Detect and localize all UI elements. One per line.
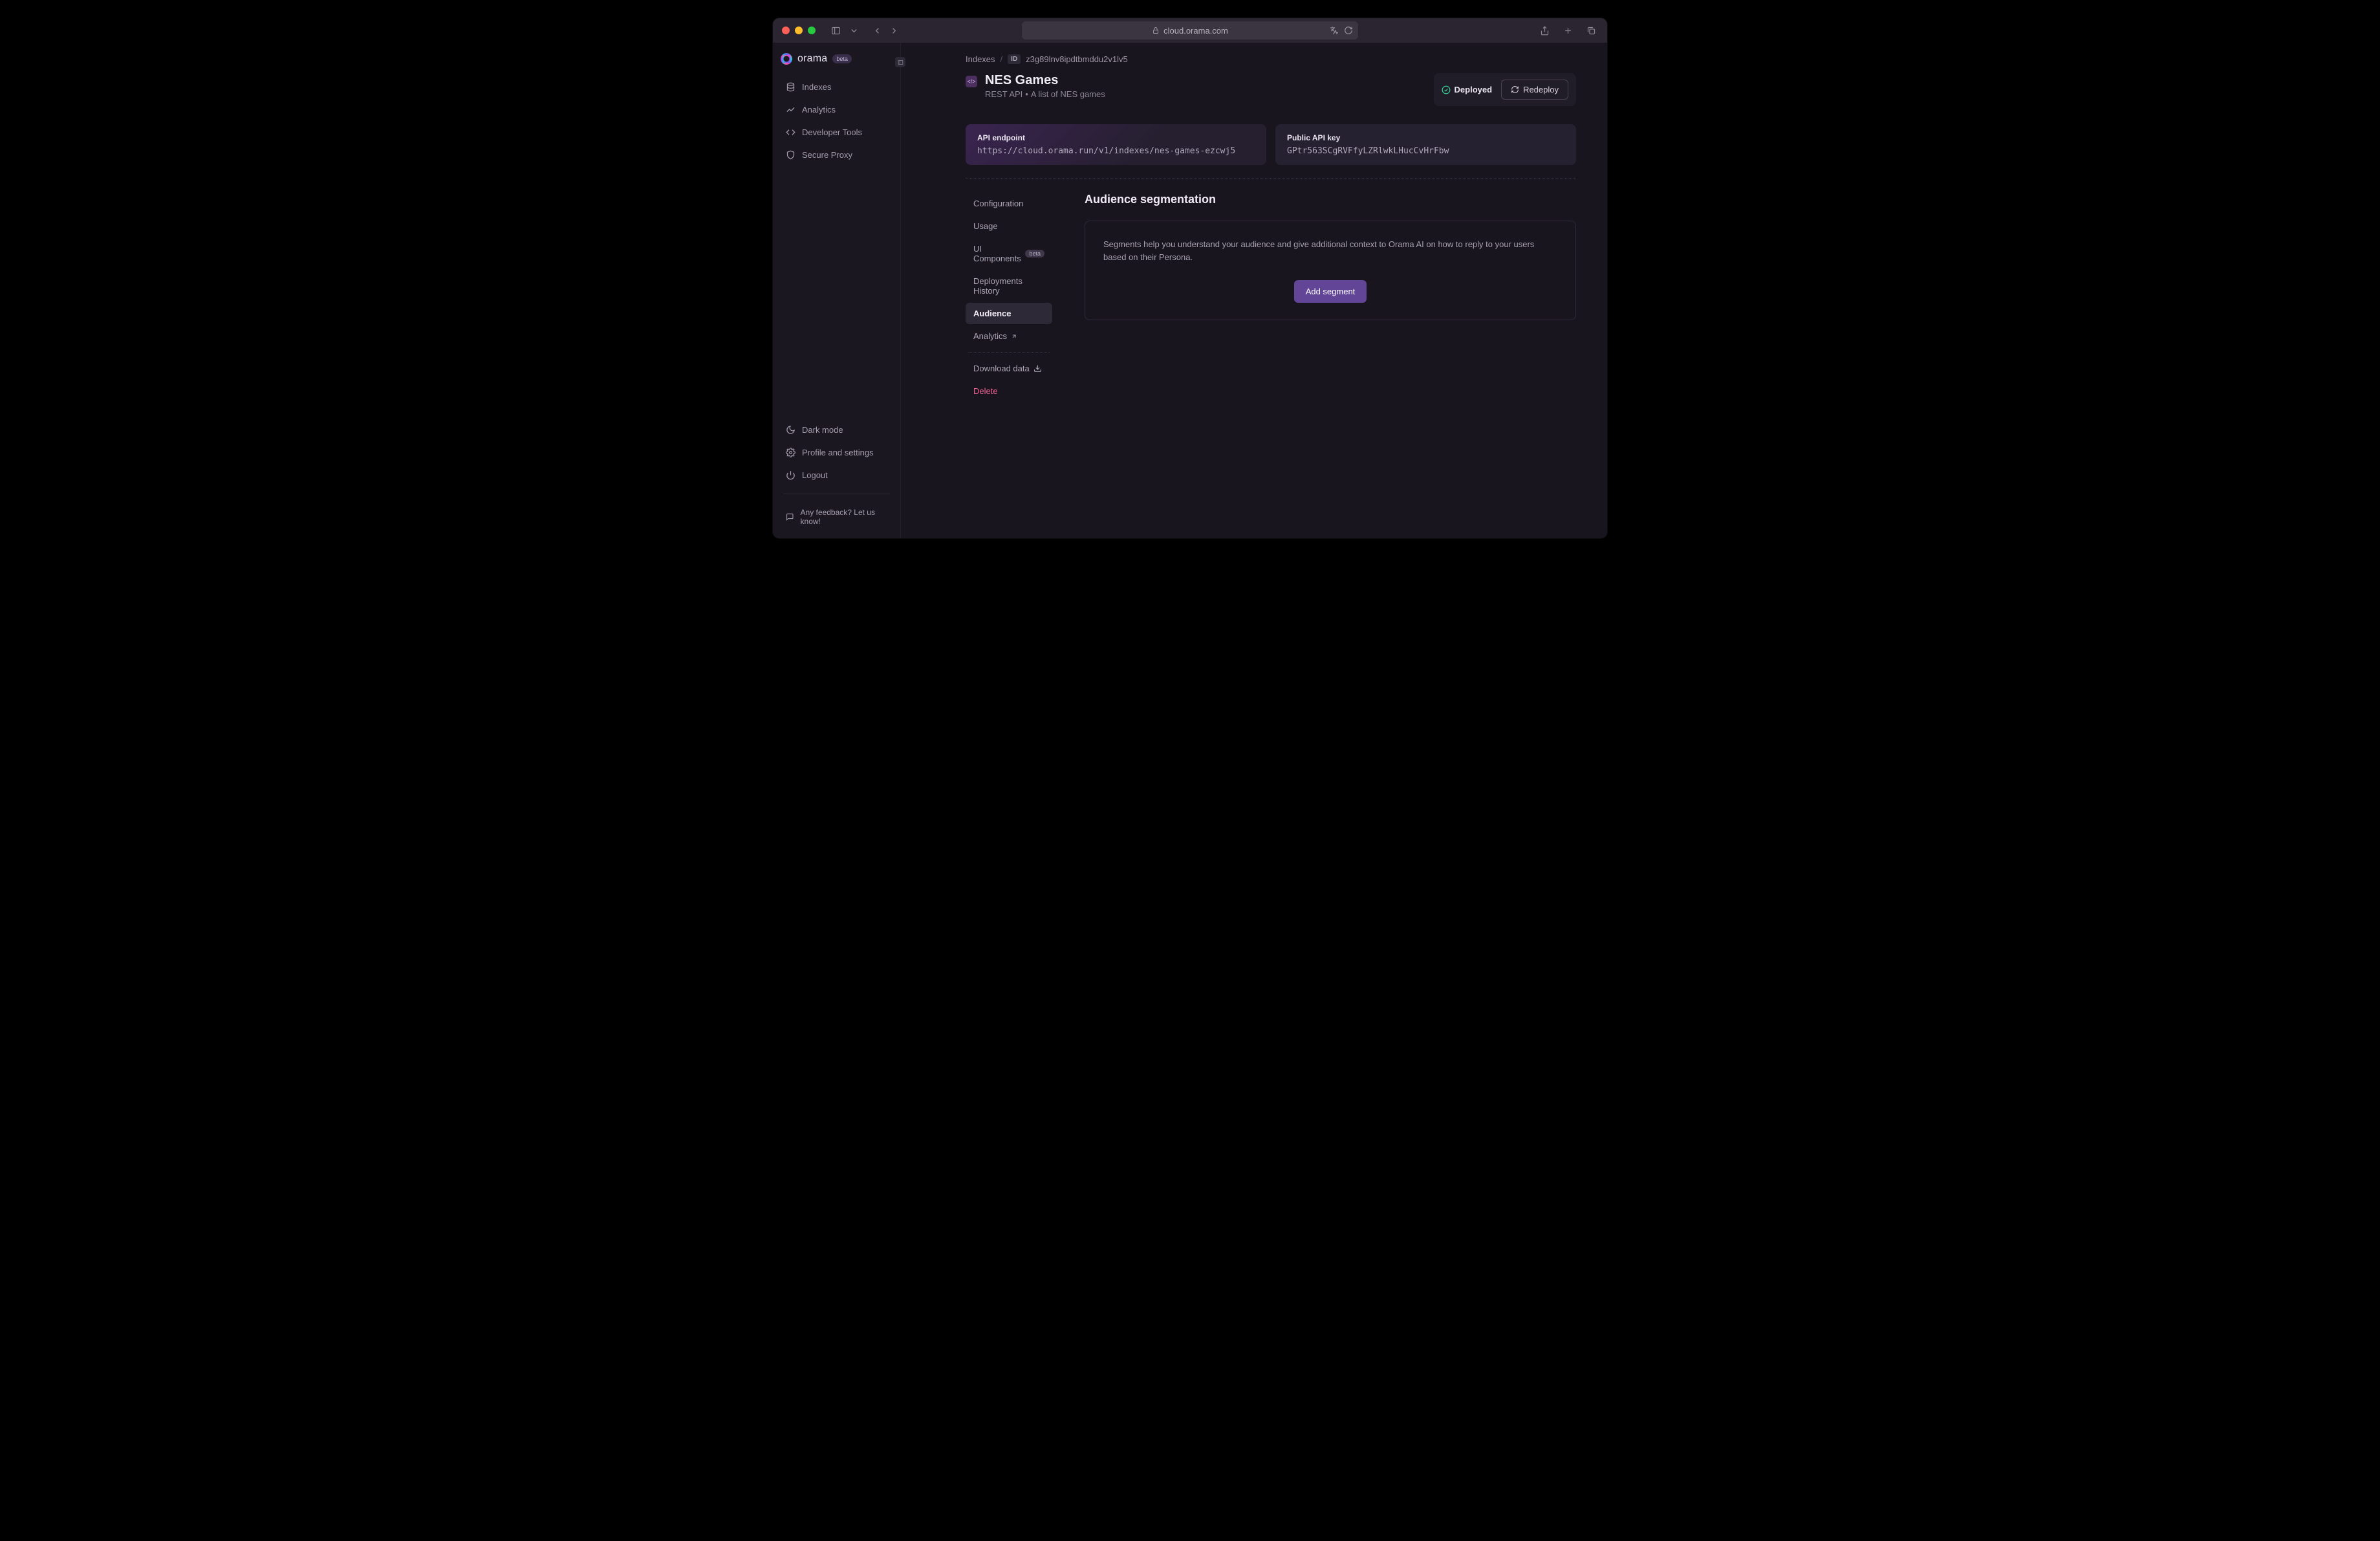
sidebar-item-secure-proxy[interactable]: Secure Proxy bbox=[779, 144, 894, 166]
subnav-usage[interactable]: Usage bbox=[966, 215, 1052, 237]
divider bbox=[966, 178, 1576, 179]
api-key-value: GPtr563SCgRVFfyLZRlwkLHucCvHrFbw bbox=[1287, 146, 1564, 156]
reload-icon[interactable] bbox=[1344, 26, 1353, 35]
api-endpoint-card[interactable]: API endpoint https://cloud.orama.run/v1/… bbox=[966, 124, 1266, 165]
breadcrumb-root[interactable]: Indexes bbox=[966, 54, 995, 64]
maximize-window[interactable] bbox=[808, 27, 816, 34]
lock-icon bbox=[1152, 27, 1160, 34]
refresh-icon bbox=[1511, 85, 1519, 94]
segments-empty-state: Segments help you understand your audien… bbox=[1085, 221, 1576, 320]
subnav-audience[interactable]: Audience bbox=[966, 303, 1052, 324]
subnav-ui-components[interactable]: UI Componentsbeta bbox=[966, 238, 1052, 269]
traffic-lights bbox=[782, 27, 816, 34]
sidebar-item-analytics[interactable]: Analytics bbox=[779, 99, 894, 120]
subnav-analytics[interactable]: Analytics bbox=[966, 325, 1052, 347]
sidebar-item-indexes[interactable]: Indexes bbox=[779, 76, 894, 98]
back-icon[interactable] bbox=[870, 23, 884, 38]
dark-mode-toggle[interactable]: Dark mode bbox=[779, 419, 894, 441]
audience-panel: Audience segmentation Segments help you … bbox=[1085, 193, 1576, 402]
subnav-download[interactable]: Download data bbox=[966, 358, 1052, 379]
breadcrumb-id: z3g89lnv8ipdtbmddu2v1lv5 bbox=[1026, 54, 1128, 64]
download-icon bbox=[1033, 364, 1042, 373]
subnav-delete[interactable]: Delete bbox=[966, 380, 1052, 402]
api-key-card[interactable]: Public API key GPtr563SCgRVFfyLZRlwkLHuc… bbox=[1275, 124, 1576, 165]
url-text: cloud.orama.com bbox=[1163, 26, 1228, 36]
sidebar-toggle-icon[interactable] bbox=[828, 23, 843, 38]
forward-icon[interactable] bbox=[887, 23, 901, 38]
tabs-icon[interactable] bbox=[1584, 23, 1598, 38]
breadcrumb: Indexes / ID z3g89lnv8ipdtbmddu2v1lv5 bbox=[966, 54, 1576, 64]
feedback-link[interactable]: Any feedback? Let us know! bbox=[779, 502, 894, 532]
chevron-down-icon[interactable] bbox=[847, 23, 861, 38]
page-subtitle: REST API•A list of NES games bbox=[985, 89, 1105, 99]
subnav-configuration[interactable]: Configuration bbox=[966, 193, 1052, 214]
close-window[interactable] bbox=[782, 27, 790, 34]
minimize-window[interactable] bbox=[795, 27, 803, 34]
translate-icon[interactable] bbox=[1330, 26, 1339, 35]
chat-icon bbox=[786, 512, 794, 521]
brand-name: orama bbox=[797, 53, 827, 65]
panel-title: Audience segmentation bbox=[1085, 193, 1576, 206]
profile-settings[interactable]: Profile and settings bbox=[779, 442, 894, 463]
database-icon bbox=[786, 82, 795, 92]
brand-logo[interactable]: orama beta bbox=[779, 53, 894, 65]
external-link-icon bbox=[1011, 333, 1017, 340]
subnav-deployments[interactable]: Deployments History bbox=[966, 270, 1052, 301]
sidebar: orama beta Indexes Analytics Developer T… bbox=[773, 43, 901, 538]
sidebar-item-developer-tools[interactable]: Developer Tools bbox=[779, 122, 894, 143]
sub-navigation: Configuration Usage UI Componentsbeta De… bbox=[966, 193, 1052, 402]
new-tab-icon[interactable] bbox=[1561, 23, 1575, 38]
moon-icon bbox=[786, 425, 795, 435]
browser-titlebar: cloud.orama.com bbox=[773, 18, 1607, 43]
redeploy-button[interactable]: Redeploy bbox=[1501, 80, 1568, 100]
page-title: NES Games bbox=[985, 73, 1105, 88]
main-content: Indexes / ID z3g89lnv8ipdtbmddu2v1lv5 </… bbox=[901, 43, 1607, 538]
shield-icon bbox=[786, 150, 795, 160]
id-badge: ID bbox=[1008, 54, 1021, 64]
code-icon bbox=[786, 127, 795, 137]
divider bbox=[968, 352, 1050, 353]
address-bar[interactable]: cloud.orama.com bbox=[1022, 21, 1358, 39]
logout[interactable]: Logout bbox=[779, 464, 894, 486]
check-circle-icon bbox=[1442, 85, 1451, 94]
logo-icon bbox=[781, 53, 792, 65]
api-endpoint-value: https://cloud.orama.run/v1/indexes/nes-g… bbox=[977, 146, 1255, 156]
app-window: cloud.orama.com orama beta bbox=[773, 18, 1607, 538]
add-segment-button[interactable]: Add segment bbox=[1294, 280, 1367, 303]
status-badge: Deployed bbox=[1442, 85, 1493, 94]
chart-icon bbox=[786, 105, 795, 115]
collapse-sidebar-button[interactable] bbox=[895, 57, 905, 67]
gear-icon bbox=[786, 448, 795, 457]
power-icon bbox=[786, 470, 795, 480]
share-icon[interactable] bbox=[1537, 23, 1552, 38]
index-type-icon: </> bbox=[966, 76, 977, 87]
panel-description: Segments help you understand your audien… bbox=[1103, 238, 1557, 263]
beta-badge: beta bbox=[832, 54, 852, 63]
